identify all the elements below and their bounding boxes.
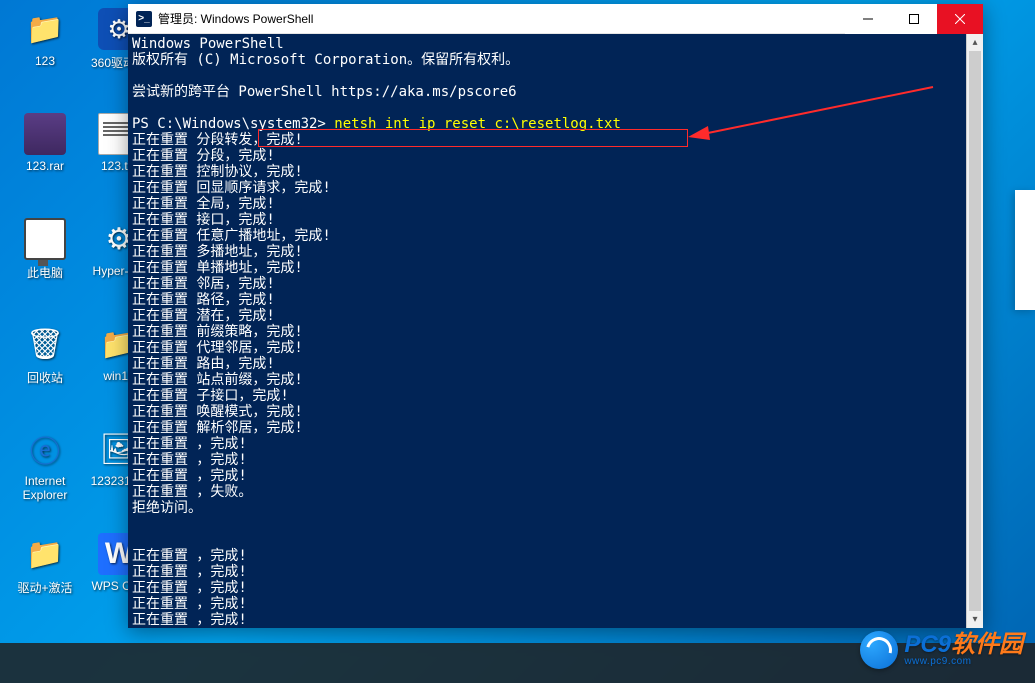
minimize-button[interactable] xyxy=(845,4,891,34)
vertical-scrollbar[interactable]: ▴ ▾ xyxy=(966,34,983,628)
window-controls xyxy=(845,4,983,34)
icon-label: 此电脑 xyxy=(27,264,63,281)
scroll-thumb[interactable] xyxy=(969,51,981,611)
icon-label: 123 xyxy=(35,54,55,68)
desktop-icon-ie[interactable]: ⓔ Internet Explorer xyxy=(8,428,82,518)
background-window-edge xyxy=(1015,190,1035,310)
desktop-icon-driver-activate[interactable]: 📁 驱动+激活 xyxy=(8,533,82,623)
folder-icon: 📁 xyxy=(24,533,66,575)
ie-icon: ⓔ xyxy=(24,428,66,470)
icon-label: Internet Explorer xyxy=(8,474,82,502)
watermark-brand: PC9软件园 xyxy=(904,633,1023,657)
desktop-icon-123rar[interactable]: 123.rar xyxy=(8,113,82,203)
rar-icon xyxy=(24,113,66,155)
window-titlebar[interactable]: >_ 管理员: Windows PowerShell xyxy=(128,4,983,34)
scroll-up-button[interactable]: ▴ xyxy=(967,34,983,51)
window-title: 管理员: Windows PowerShell xyxy=(158,10,845,27)
maximize-button[interactable] xyxy=(891,4,937,34)
icon-label: 123.rar xyxy=(26,159,64,173)
close-button[interactable] xyxy=(937,4,983,34)
folder-icon: 📁 xyxy=(24,8,66,50)
computer-icon xyxy=(24,218,66,260)
watermark-url: www.pc9.com xyxy=(904,657,1023,667)
powershell-window: >_ 管理员: Windows PowerShell Windows Power… xyxy=(128,4,983,628)
terminal-body[interactable]: Windows PowerShell版权所有 (C) Microsoft Cor… xyxy=(128,34,983,628)
recycle-bin-icon: 🗑 xyxy=(24,323,66,365)
watermark: PC9软件园 www.pc9.com xyxy=(860,631,1023,669)
icon-label: 驱动+激活 xyxy=(17,579,72,596)
powershell-icon: >_ xyxy=(136,11,152,27)
scroll-down-button[interactable]: ▾ xyxy=(967,611,983,628)
icon-label: 回收站 xyxy=(27,369,63,386)
watermark-logo-icon xyxy=(860,631,898,669)
desktop-icon-this-pc[interactable]: 此电脑 xyxy=(8,218,82,308)
desktop-icon-123folder[interactable]: 📁 123 xyxy=(8,8,82,98)
desktop-icon-recycle-bin[interactable]: 🗑 回收站 xyxy=(8,323,82,413)
